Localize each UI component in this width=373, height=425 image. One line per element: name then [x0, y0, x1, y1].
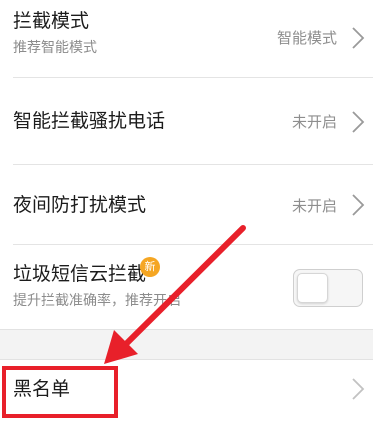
interception-mode-title: 拦截模式	[13, 10, 90, 32]
spam-sms-cloud-block-subtitle: 提升拦截准确率，推荐开启	[13, 293, 181, 309]
new-badge-icon: 新	[140, 257, 160, 277]
smart-harassment-call-row[interactable]: 智能拦截骚扰电话 未开启	[0, 78, 373, 164]
chevron-right-icon	[352, 111, 365, 133]
smart-harassment-call-value: 未开启	[291, 113, 337, 131]
night-dnd-mode-value: 未开启	[291, 197, 337, 215]
annotation-highlight-box	[2, 366, 118, 418]
call-block-settings-page: 拦截模式 推荐智能模式 智能模式 智能拦截骚扰电话 未开启 夜间防打扰模式 未开…	[0, 0, 373, 425]
spam-sms-cloud-block-title: 垃圾短信云拦截	[13, 263, 147, 285]
spam-sms-cloud-block-row: 垃圾短信云拦截 新 提升拦截准确率，推荐开启	[0, 245, 373, 329]
night-dnd-mode-title: 夜间防打扰模式	[13, 194, 147, 216]
interception-mode-subtitle: 推荐智能模式	[13, 40, 97, 56]
interception-mode-value: 智能模式	[276, 29, 337, 47]
chevron-right-icon	[352, 378, 365, 400]
night-dnd-mode-row[interactable]: 夜间防打扰模式 未开启	[0, 165, 373, 244]
chevron-right-icon	[352, 27, 365, 49]
interception-mode-row[interactable]: 拦截模式 推荐智能模式 智能模式	[0, 0, 373, 77]
section-separator	[0, 329, 373, 360]
toggle-knob	[297, 273, 328, 303]
spam-sms-cloud-block-toggle[interactable]	[293, 269, 363, 307]
chevron-right-icon	[352, 194, 365, 216]
smart-harassment-call-title: 智能拦截骚扰电话	[13, 110, 166, 132]
